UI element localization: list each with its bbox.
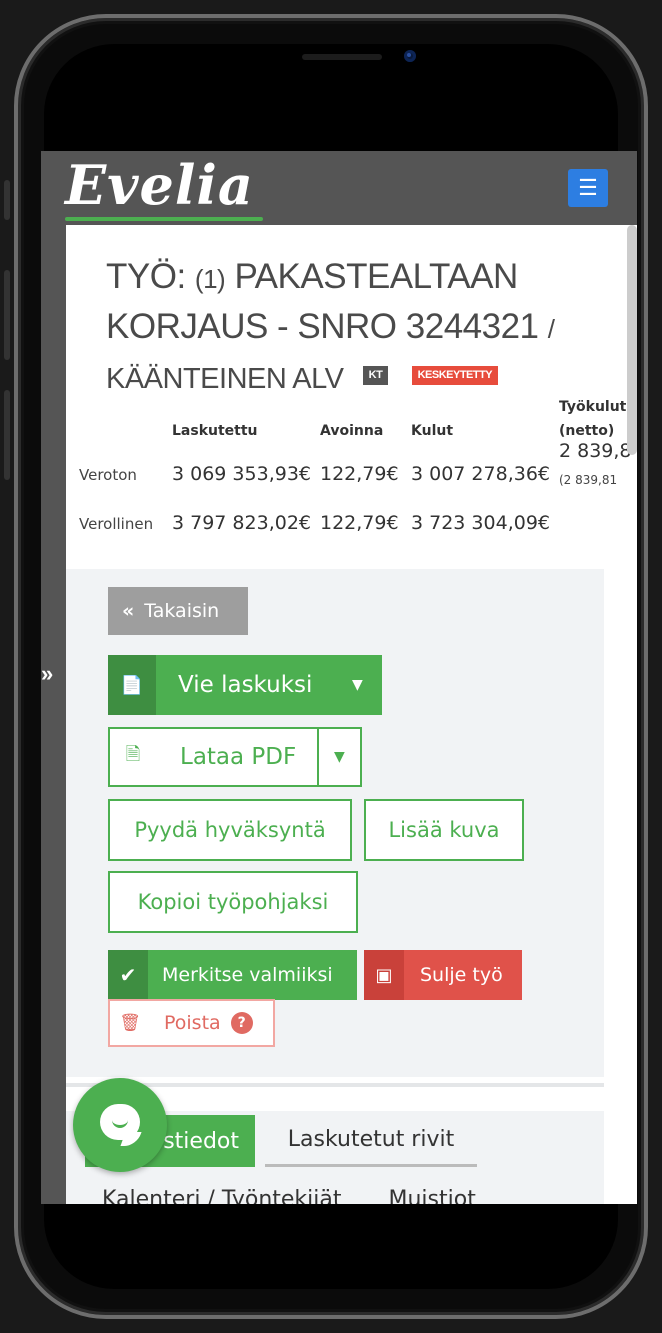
cell: 2 839,8 [559,440,632,462]
col-header: (netto) [559,423,615,439]
camera [404,50,416,62]
side-button [4,270,10,360]
kt-badge: KT [362,366,389,386]
actions-panel: « Takaisin 📄 Vie laskuksi ▼ 🗎 Lataa PDF … [66,569,604,1077]
close-job-label: Sulje työ [420,964,503,986]
copy-template-button[interactable]: Kopioi työpohjaksi [108,871,358,933]
help-icon[interactable]: ? [230,1012,253,1034]
scrollbar[interactable] [627,225,637,455]
col-header: Kulut [411,423,454,439]
title-line3: KÄÄNTEINEN ALV [106,363,344,395]
topbar: Evelia ☰ [41,151,637,225]
back-button[interactable]: « Takaisin [108,587,248,635]
row-label: Veroton [79,466,137,484]
add-image-button[interactable]: Lisää kuva [364,799,524,861]
mark-done-label: Merkitse valmiiksi [162,964,333,986]
download-pdf-label: Lataa PDF [180,744,297,770]
close-job-button[interactable]: ▣ Sulje työ [364,950,522,1000]
check-icon: ✔ [108,950,148,1000]
cell: 3 069 353,93€ [172,463,312,485]
back-label: Takaisin [144,600,220,622]
chat-button[interactable] [73,1078,167,1172]
cell: 3 007 278,36€ [411,463,551,485]
sub-tabs: Kalenteri / Työntekijät Muistiot [102,1187,516,1204]
main-content: TYÖ: (1) PAKASTEALTAAN KORJAUS - SNRO 32… [66,225,637,1204]
cell: 122,79€ [320,463,399,485]
page-title: TYÖ: (1) PAKASTEALTAAN KORJAUS - SNRO 32… [106,253,626,403]
caret-down-icon[interactable]: ▼ [352,677,363,693]
col-header: Työkulut [559,399,627,415]
title-prefix: TYÖ: [106,257,186,296]
pdf-icon: 🗎 [125,744,141,765]
col-header: Avoinna [320,423,384,439]
caret-down-icon[interactable]: ▼ [334,749,345,765]
cell: 3 797 823,02€ [172,512,312,534]
cell-sub: (2 839,81 [559,473,618,487]
export-invoice-label: Vie laskuksi [178,672,313,698]
title-line2: KORJAUS - SNRO 3244321 [106,307,539,346]
title-line1: PAKASTEALTAAN [234,257,518,296]
speaker [302,54,382,60]
export-invoice-button[interactable]: 📄 Vie laskuksi ▼ [108,655,382,715]
split-divider [317,729,319,785]
invoice-icon: 📄 [108,655,156,715]
cell: 122,79€ [320,512,399,534]
expand-sidebar-icon[interactable]: » [41,661,53,687]
trash-icon: 🗑 [119,1013,141,1033]
tab-calendar[interactable]: Kalenteri / Työntekijät [102,1187,342,1204]
cell: 3 723 304,09€ [411,512,551,534]
box-icon: ▣ [364,950,404,1000]
logo[interactable]: Evelia [65,153,254,217]
screen: Evelia ☰ » TYÖ: (1) PAKASTEALTAAN KORJAU… [41,151,637,1204]
status-badge: KESKEYTETTY [411,366,499,386]
request-approval-button[interactable]: Pyydä hyväksyntä [108,799,352,861]
download-pdf-button[interactable]: 🗎 Lataa PDF ▼ [108,727,362,787]
col-header: Laskutettu [172,423,258,439]
tab-invoiced-rows[interactable]: Laskutetut rivit [265,1115,477,1167]
double-chevron-left-icon: « [122,600,135,622]
title-number: (1) [194,264,226,294]
logo-underline [65,217,263,221]
row-label: Verollinen [79,515,154,533]
delete-button[interactable]: 🗑 Poista ? [108,999,275,1047]
tab-notes[interactable]: Muistiot [389,1187,476,1204]
side-button [4,180,10,220]
side-button [4,390,10,480]
delete-label: Poista [164,1012,221,1034]
mark-done-button[interactable]: ✔ Merkitse valmiiksi [108,950,357,1000]
title-slash: / [547,314,555,344]
hamburger-icon[interactable]: ☰ [568,169,608,207]
